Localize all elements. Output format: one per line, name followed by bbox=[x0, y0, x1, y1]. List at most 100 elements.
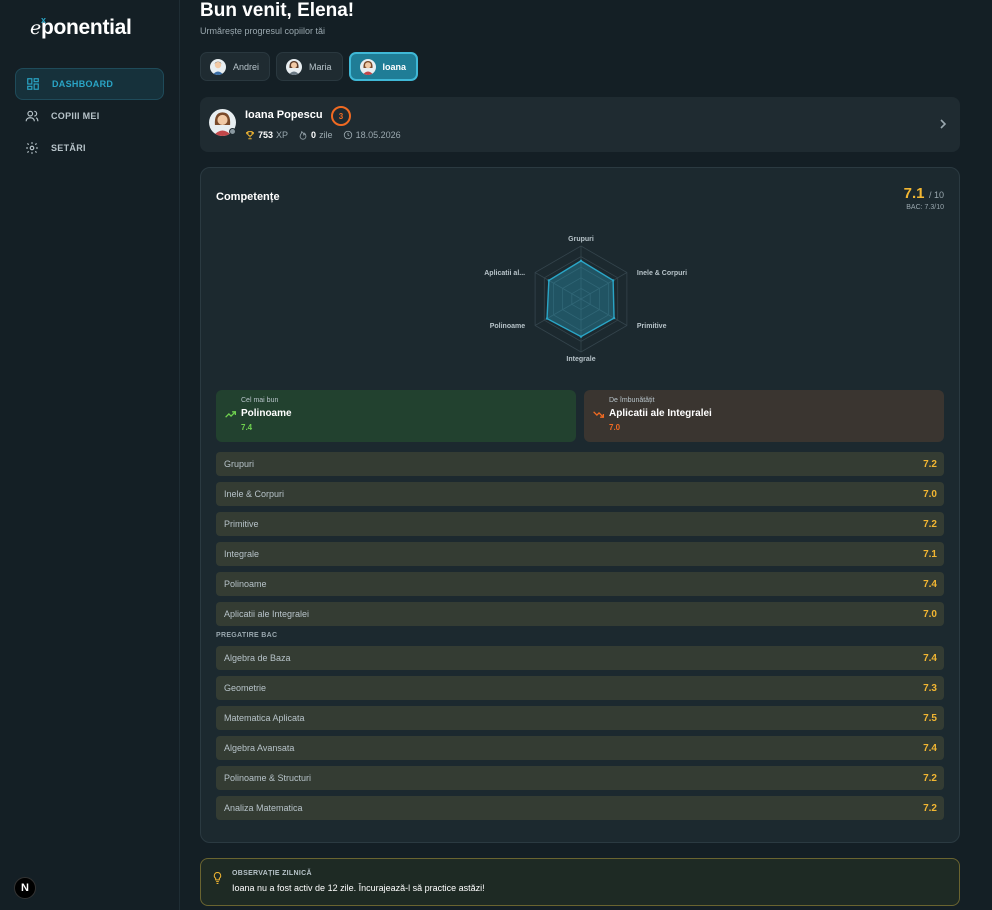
xp-stat: 753 XP bbox=[245, 130, 288, 140]
best-competency-card: Cel mai bun Polinoame 7.4 bbox=[216, 390, 576, 442]
kid-tab-ioana[interactable]: Ioana bbox=[348, 52, 419, 81]
bac-topic-name: Algebra Avansata bbox=[224, 743, 295, 753]
competency-name: Inele & Corpuri bbox=[224, 489, 285, 499]
avatar-icon bbox=[210, 58, 226, 75]
sidebar-item-dashboard[interactable]: DASHBOARD bbox=[15, 68, 164, 100]
score-value: 7.1 bbox=[903, 185, 925, 202]
kid-tab-andrei[interactable]: Andrei bbox=[200, 52, 271, 81]
bac-row[interactable]: Polinoame & Structuri 7.2 bbox=[216, 766, 944, 790]
bac-topic-name: Polinoame & Structuri bbox=[224, 773, 312, 783]
child-name: Ioana Popescu bbox=[245, 109, 323, 121]
bac-topic-name: Algebra de Baza bbox=[224, 653, 291, 663]
flame-icon bbox=[299, 130, 307, 140]
child-profile-card[interactable]: Ioana Popescu 3 753 XP 0 zile 18.05.2026 bbox=[200, 97, 960, 152]
improve-name: Aplicatii ale Integralei bbox=[609, 408, 712, 419]
daily-observation-card: OBSERVAȚIE ZILNICĂ Ioana nu a fost activ… bbox=[200, 858, 960, 906]
bac-row[interactable]: Matematica Aplicata 7.5 bbox=[216, 706, 944, 730]
bac-topic-value: 7.4 bbox=[923, 742, 937, 754]
sidebar-item-copiii-mei[interactable]: COPIII MEI bbox=[15, 100, 164, 132]
competency-value: 7.4 bbox=[923, 578, 937, 590]
trending-up-icon bbox=[225, 411, 237, 418]
bac-topic-name: Analiza Matematica bbox=[224, 803, 303, 813]
kid-tab-label: Andrei bbox=[233, 61, 260, 72]
bac-row[interactable]: Algebra Avansata 7.4 bbox=[216, 736, 944, 760]
dev-tools-badge[interactable]: N bbox=[14, 877, 36, 899]
kid-tab-label: Maria bbox=[309, 61, 332, 72]
best-score: 7.4 bbox=[241, 423, 253, 432]
competency-list: Grupuri 7.2 Inele & Corpuri 7.0 Primitive 7… bbox=[216, 452, 944, 826]
radar-chart-svg bbox=[534, 245, 628, 353]
competency-row[interactable]: Grupuri 7.2 bbox=[216, 452, 944, 476]
bac-score: BAC: 7.3/10 bbox=[906, 204, 944, 211]
competencies-title: Competențe bbox=[216, 191, 280, 203]
competency-value: 7.0 bbox=[923, 488, 937, 500]
competency-value: 7.0 bbox=[923, 608, 937, 620]
competency-name: Primitive bbox=[224, 519, 259, 529]
radar-axis-label: Polinoame bbox=[489, 322, 526, 330]
radar-series-area bbox=[546, 260, 615, 338]
page-subtitle: Urmărește progresul copiilor tăi bbox=[200, 26, 326, 36]
kid-selector: Andrei Maria Ioana bbox=[200, 52, 419, 81]
app-logo[interactable]: e x ponential bbox=[30, 15, 132, 46]
lightbulb-icon bbox=[213, 871, 222, 885]
competency-name: Polinoame bbox=[224, 579, 267, 589]
bac-row[interactable]: Analiza Matematica 7.2 bbox=[216, 796, 944, 820]
competency-row[interactable]: Integrale 7.1 bbox=[216, 542, 944, 566]
gear-icon bbox=[26, 142, 38, 154]
bac-topic-name: Matematica Aplicata bbox=[224, 713, 305, 723]
bac-row[interactable]: Algebra de Baza 7.4 bbox=[216, 646, 944, 670]
radar-point bbox=[579, 335, 583, 338]
chevron-right-icon bbox=[940, 119, 947, 129]
sidebar-item-label: SETĂRI bbox=[51, 143, 86, 153]
improve-score: 7.0 bbox=[609, 423, 621, 432]
best-label: Cel mai bun bbox=[241, 397, 279, 404]
competency-value: 7.2 bbox=[923, 518, 937, 530]
radar-point bbox=[547, 279, 551, 282]
trending-down-icon bbox=[593, 411, 605, 418]
radar-axis-label: Aplicatii al... bbox=[484, 269, 526, 277]
clock-icon bbox=[343, 130, 352, 140]
logo-prefix: e bbox=[30, 17, 41, 39]
radar-point bbox=[611, 279, 615, 282]
sidebar-item-setari[interactable]: SETĂRI bbox=[15, 132, 164, 164]
radar-chart: Grupuri Inele & Corpuri Primitive Integrale… bbox=[466, 230, 696, 368]
improve-competency-card: De îmbunătățit Aplicatii ale Integralei … bbox=[584, 390, 944, 442]
xp-value: 753 bbox=[258, 130, 274, 140]
level-badge: 3 bbox=[331, 106, 351, 126]
best-name: Polinoame bbox=[241, 408, 292, 419]
kid-tab-label: Ioana bbox=[382, 61, 407, 72]
page-title: Bun venit, Elena! bbox=[200, 0, 355, 21]
bac-row[interactable]: Geometrie 7.3 bbox=[216, 676, 944, 700]
competency-row[interactable]: Inele & Corpuri 7.0 bbox=[216, 482, 944, 506]
competency-row[interactable]: Aplicatii ale Integralei 7.0 bbox=[216, 602, 944, 626]
users-icon bbox=[25, 110, 39, 122]
avatar-icon bbox=[286, 58, 303, 75]
radar-axis-label: Primitive bbox=[636, 322, 667, 330]
competency-value: 7.2 bbox=[923, 458, 937, 470]
logo-text: ponential bbox=[40, 16, 132, 39]
competency-row[interactable]: Polinoame 7.4 bbox=[216, 572, 944, 596]
bac-topic-value: 7.2 bbox=[923, 772, 937, 784]
radar-point bbox=[579, 259, 583, 263]
competency-row[interactable]: Primitive 7.2 bbox=[216, 512, 944, 536]
kid-tab-maria[interactable]: Maria bbox=[276, 52, 343, 81]
radar-point bbox=[612, 316, 616, 320]
avatar-icon bbox=[359, 58, 376, 75]
overall-score: 7.1 / 10 BAC: 7.3/10 bbox=[904, 185, 944, 211]
dashboard-icon bbox=[27, 78, 39, 90]
status-dot bbox=[229, 128, 236, 135]
bac-topic-value: 7.3 bbox=[923, 682, 937, 694]
bac-topic-value: 7.4 bbox=[923, 652, 937, 664]
date-stat: 18.05.2026 bbox=[343, 130, 401, 140]
radar-axis-label: Grupuri bbox=[568, 236, 594, 243]
bac-section-label: PREGATIRE BAC bbox=[216, 632, 278, 639]
competencies-card: Competențe 7.1 / 10 BAC: 7.3/10 Grupuri I… bbox=[200, 167, 960, 843]
competency-name: Integrale bbox=[224, 549, 260, 559]
xp-unit: XP bbox=[276, 130, 289, 140]
sidebar-item-label: COPIII MEI bbox=[51, 111, 100, 121]
radar-axis-label: Integrale bbox=[566, 356, 596, 363]
streak-stat: 0 zile bbox=[298, 130, 333, 140]
last-active-date: 18.05.2026 bbox=[355, 130, 401, 140]
competency-name: Aplicatii ale Integralei bbox=[224, 609, 310, 619]
competency-value: 7.1 bbox=[923, 548, 937, 560]
